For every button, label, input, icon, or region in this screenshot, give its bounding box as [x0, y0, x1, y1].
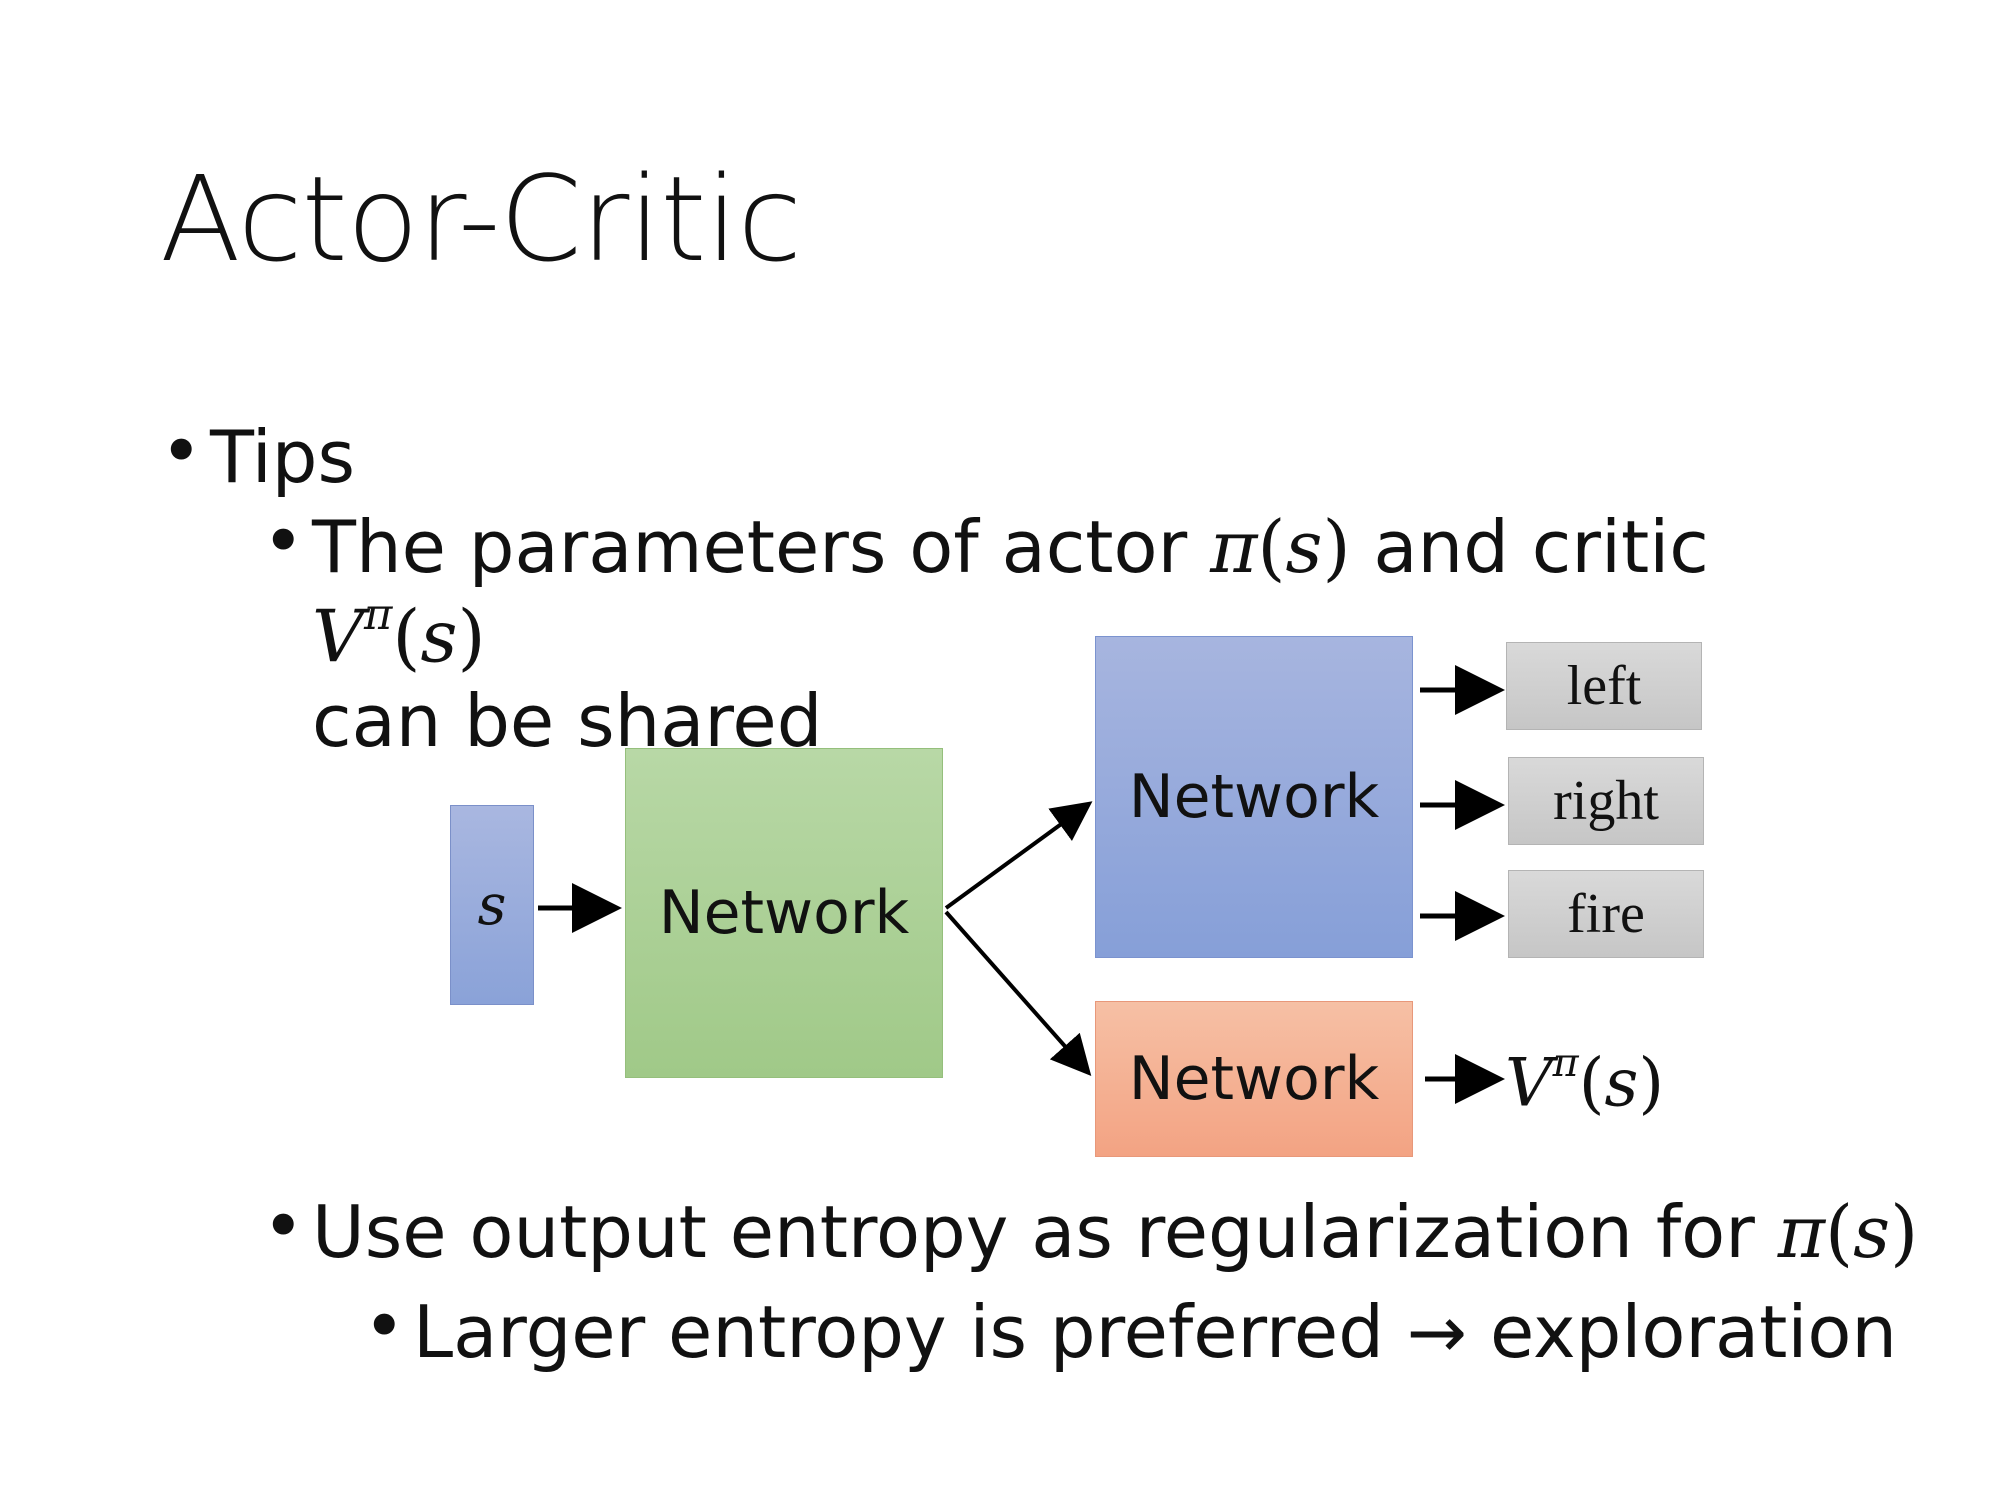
- entropy-paren-open: (: [1825, 1190, 1854, 1274]
- diagram-arrows: [538, 665, 1505, 1104]
- entropy-paren-close: ): [1890, 1190, 1919, 1274]
- bullet-entropy: • Use output entropy as regularization f…: [262, 1184, 1919, 1275]
- bullet-dot: •: [363, 1284, 406, 1368]
- bullet-dot: •: [262, 1184, 305, 1268]
- arrow-shared-to-actor: [944, 801, 1093, 910]
- arrow-shared-to-critic: [944, 910, 1092, 1076]
- bullet-larger-entropy: • Larger entropy is preferred → explorat…: [363, 1284, 1898, 1375]
- slide: Actor-Critic • Tips • The parameters of …: [0, 0, 2000, 1500]
- entropy-text: Use output entropy as regularization for: [312, 1190, 1778, 1274]
- larger-entropy-text: Larger entropy is preferred → exploratio…: [413, 1290, 1898, 1374]
- entropy-s: s: [1853, 1190, 1891, 1274]
- entropy-pi: π: [1777, 1190, 1826, 1274]
